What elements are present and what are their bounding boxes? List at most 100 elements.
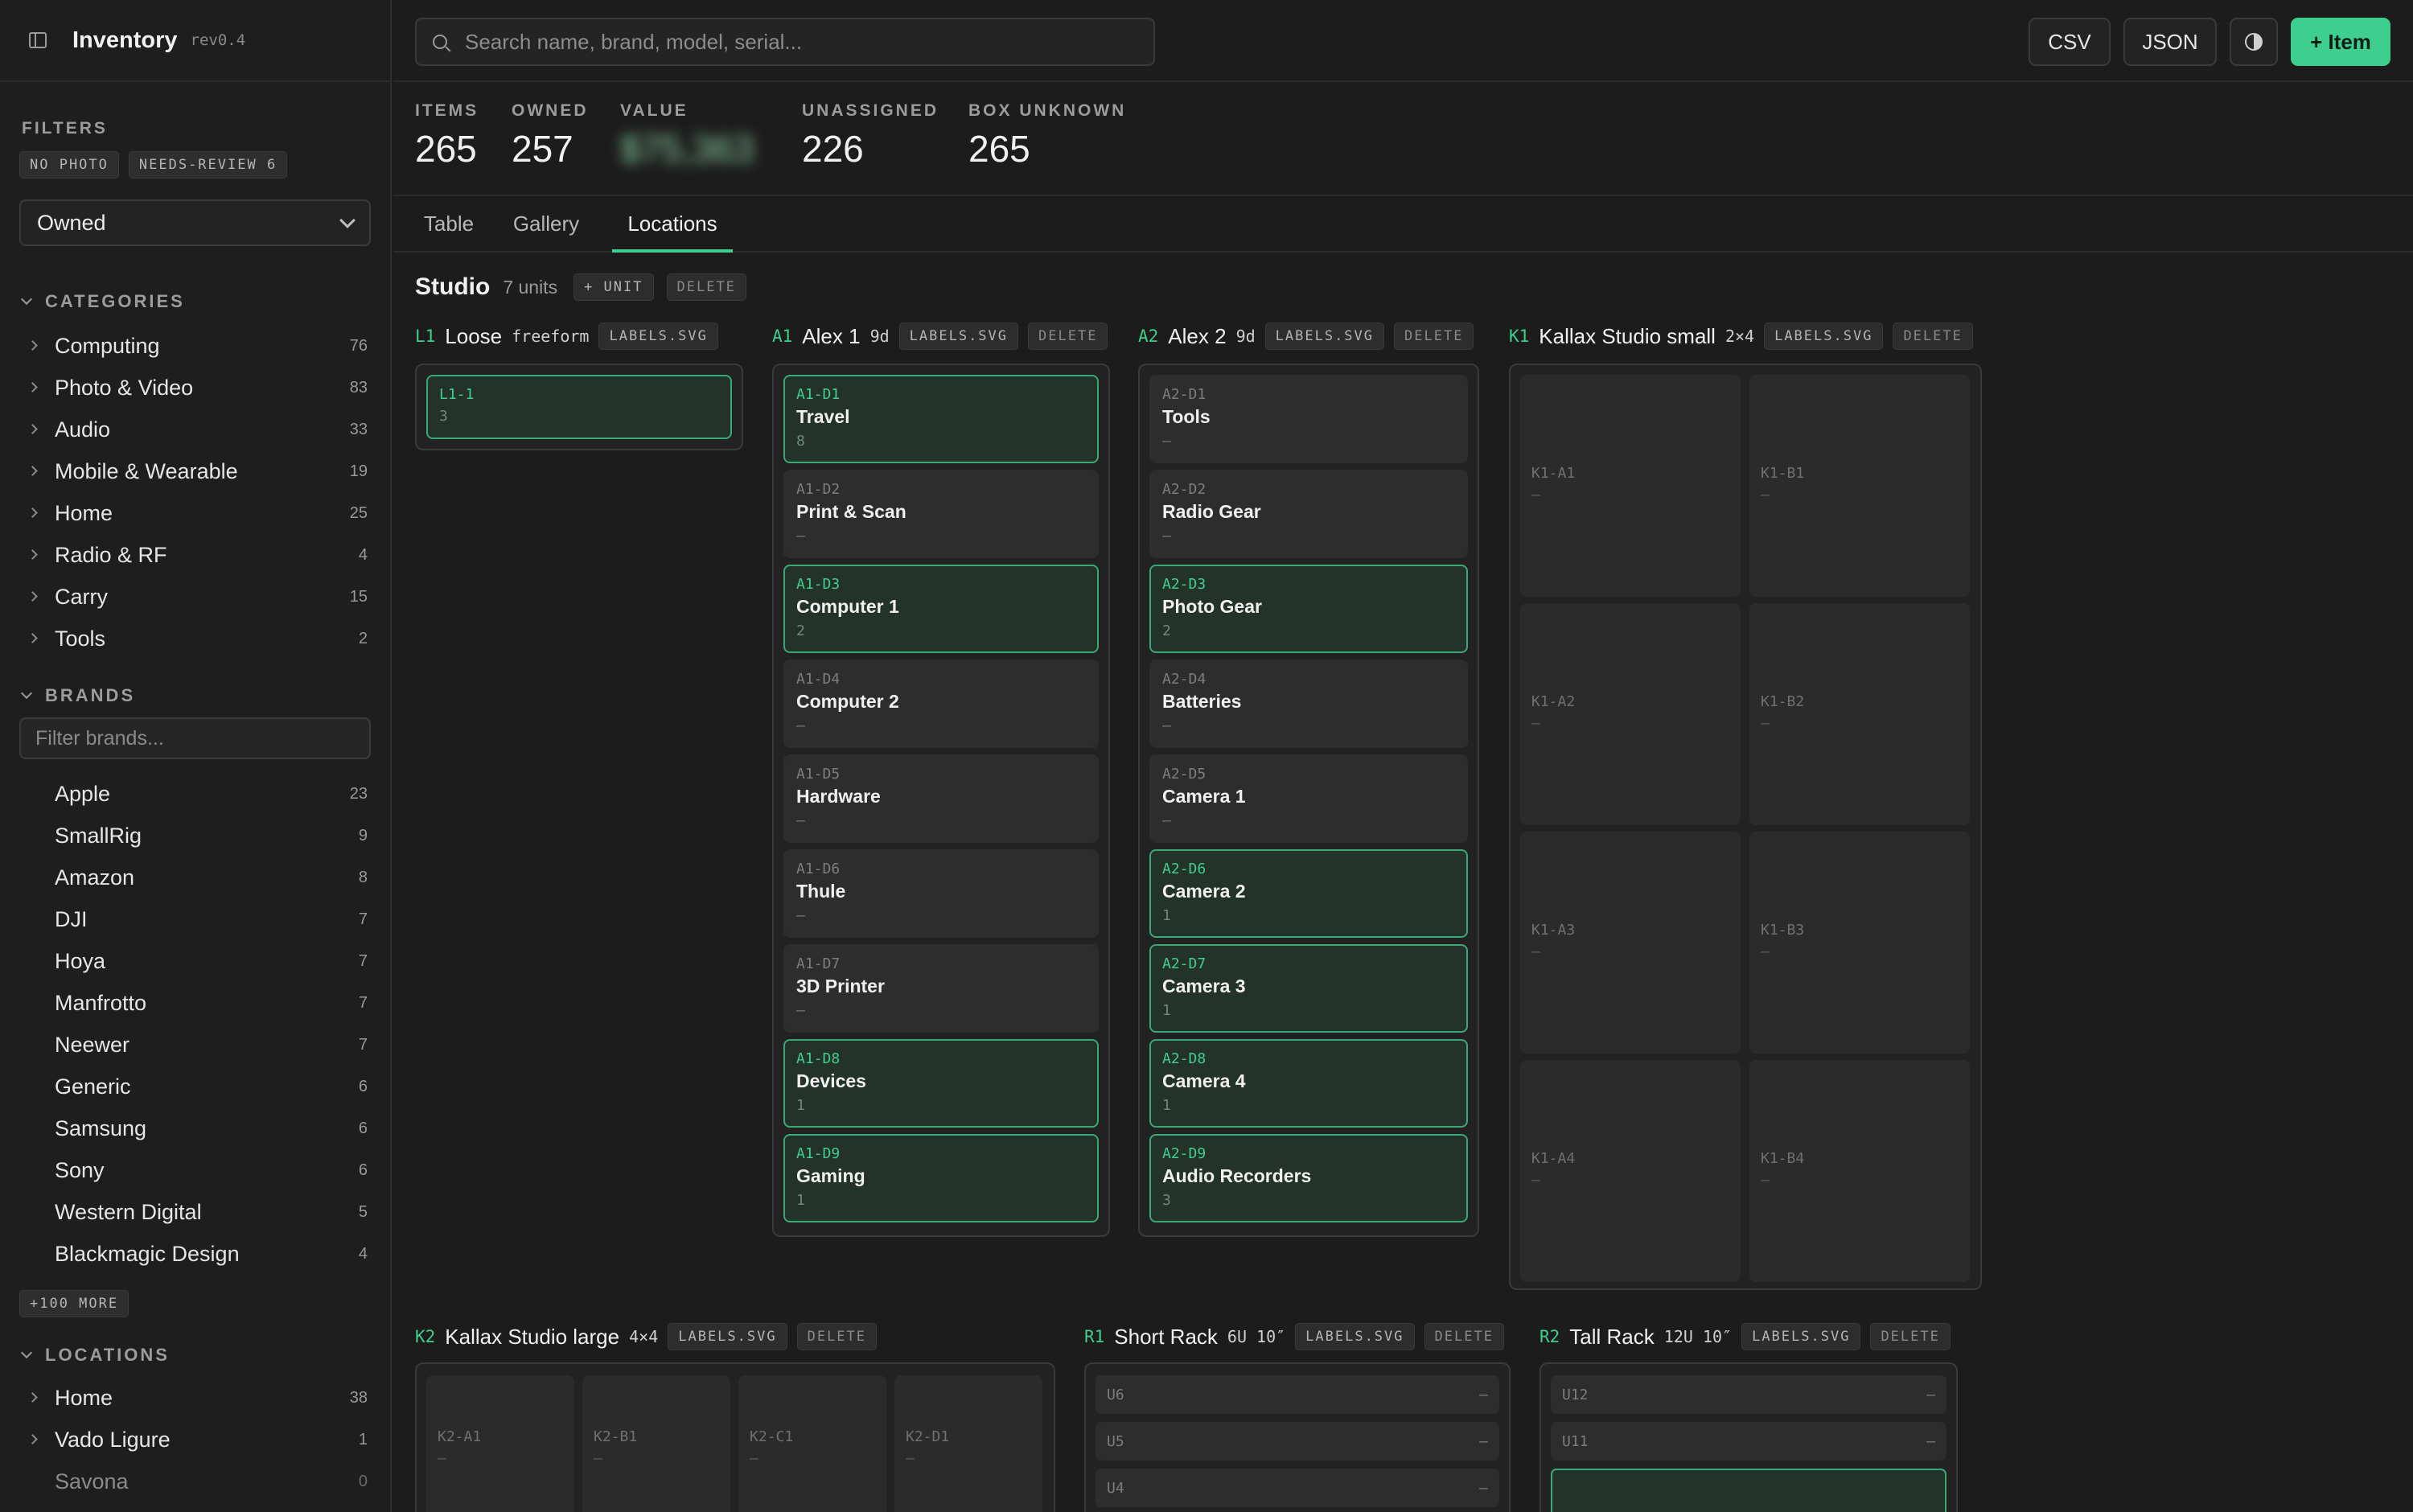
- shelf-cell[interactable]: K2-B1 –: [582, 1375, 730, 1512]
- labels-svg-button[interactable]: LABELS.SVG: [668, 1323, 787, 1350]
- labels-svg-button[interactable]: LABELS.SVG: [1764, 323, 1884, 350]
- delete-unit-button[interactable]: DELETE: [796, 1323, 878, 1350]
- drawer[interactable]: A1-D9 Gaming 1: [783, 1134, 1099, 1222]
- brand-item[interactable]: Amazon 8: [0, 857, 390, 898]
- rack-slot[interactable]: U12 –: [1551, 1375, 1946, 1414]
- add-unit-button[interactable]: + UNIT: [573, 273, 654, 301]
- labels-svg-button[interactable]: LABELS.SVG: [1295, 1323, 1415, 1350]
- shelf-cell[interactable]: K1-B1 –: [1749, 375, 1970, 597]
- location-item[interactable]: Home 38: [0, 1377, 390, 1419]
- brand-item[interactable]: Generic 6: [0, 1066, 390, 1107]
- category-item[interactable]: Home 25: [0, 492, 390, 534]
- shelf-cell[interactable]: K1-B2 –: [1749, 603, 1970, 825]
- delete-unit-button[interactable]: DELETE: [1424, 1323, 1504, 1350]
- rack-slot[interactable]: U11 –: [1551, 1422, 1946, 1461]
- search-box[interactable]: [415, 18, 1155, 66]
- drawer[interactable]: A1-D8 Devices 1: [783, 1039, 1099, 1128]
- drawer-code: A1-D3: [796, 576, 841, 593]
- brand-name: SmallRig: [55, 823, 142, 848]
- drawer[interactable]: A1-D6 Thule –: [783, 849, 1099, 938]
- brand-item[interactable]: Apple 23: [0, 773, 390, 815]
- shelf-cell[interactable]: K2-C1 –: [738, 1375, 886, 1512]
- theme-toggle-button[interactable]: [2230, 18, 2278, 66]
- labels-svg-button[interactable]: LABELS.SVG: [898, 323, 1019, 350]
- shelf-cell[interactable]: K1-A2 –: [1520, 603, 1741, 825]
- categories-header[interactable]: CATEGORIES: [20, 291, 185, 312]
- location-item[interactable]: Savona 0: [0, 1461, 390, 1502]
- delete-unit-button[interactable]: DELETE: [1394, 323, 1474, 350]
- drawer[interactable]: A2-D9 Audio Recorders 3: [1149, 1134, 1468, 1222]
- drawer[interactable]: A2-D4 Batteries –: [1149, 659, 1468, 748]
- drawer[interactable]: A1-D7 3D Printer –: [783, 944, 1099, 1033]
- brand-item[interactable]: Blackmagic Design 4: [0, 1233, 390, 1275]
- tab-table[interactable]: Table: [415, 196, 483, 253]
- brand-item[interactable]: DJI 7: [0, 898, 390, 940]
- drawer-code: A1-D7: [796, 955, 841, 972]
- drawer[interactable]: L1-1 3: [426, 375, 732, 439]
- shelf-cell[interactable]: K2-D1 –: [894, 1375, 1042, 1512]
- brands-header[interactable]: BRANDS: [20, 685, 135, 706]
- category-item[interactable]: Mobile & Wearable 19: [0, 450, 390, 492]
- drawer[interactable]: A1-D2 Print & Scan –: [783, 470, 1099, 558]
- labels-svg-button[interactable]: LABELS.SVG: [598, 323, 718, 350]
- ownership-select[interactable]: Owned: [19, 199, 371, 246]
- shelf-cell[interactable]: K1-A1 –: [1520, 375, 1741, 597]
- brand-item[interactable]: Sony 6: [0, 1149, 390, 1191]
- brand-item[interactable]: Neewer 7: [0, 1024, 390, 1066]
- add-item-button[interactable]: + Item: [2291, 18, 2390, 66]
- drawer-code: A1-D5: [796, 766, 841, 783]
- drawer[interactable]: A2-D6 Camera 2 1: [1149, 849, 1468, 938]
- drawer-qty: 2: [796, 622, 805, 639]
- drawer[interactable]: A2-D3 Photo Gear 2: [1149, 565, 1468, 653]
- labels-svg-button[interactable]: LABELS.SVG: [1264, 323, 1385, 350]
- delete-unit-button[interactable]: DELETE: [1870, 1323, 1951, 1350]
- tab-gallery[interactable]: Gallery: [502, 196, 590, 253]
- unit-name: Kallax Studio small: [1539, 323, 1716, 348]
- category-item[interactable]: Carry 15: [0, 576, 390, 618]
- shelf-cell[interactable]: K1-A4 –: [1520, 1060, 1741, 1282]
- tab-locations[interactable]: Locations: [612, 196, 733, 253]
- app-version: rev0.4: [190, 31, 246, 49]
- rack-slot-occupied[interactable]: [1551, 1469, 1946, 1512]
- shelf-cell[interactable]: K1-B4 –: [1749, 1060, 1970, 1282]
- drawer[interactable]: A1-D3 Computer 1 2: [783, 565, 1099, 653]
- shelf-cell[interactable]: K2-A1 –: [426, 1375, 574, 1512]
- locations-header[interactable]: LOCATIONS: [20, 1345, 170, 1366]
- category-item[interactable]: Audio 33: [0, 409, 390, 450]
- drawer[interactable]: A2-D5 Camera 1 –: [1149, 754, 1468, 843]
- filter-chip-needs-review[interactable]: NEEDS-REVIEW 6: [128, 151, 288, 179]
- brand-item[interactable]: Samsung 6: [0, 1107, 390, 1149]
- delete-unit-button[interactable]: DELETE: [1893, 323, 1973, 350]
- drawer[interactable]: A2-D7 Camera 3 1: [1149, 944, 1468, 1033]
- sidebar-toggle-icon[interactable]: [29, 32, 47, 48]
- search-input[interactable]: [465, 29, 1124, 55]
- drawer[interactable]: A1-D4 Computer 2 –: [783, 659, 1099, 748]
- labels-svg-button[interactable]: LABELS.SVG: [1741, 1323, 1861, 1350]
- filter-chip-no-photo[interactable]: NO PHOTO: [19, 151, 119, 179]
- category-item[interactable]: Radio & RF 4: [0, 534, 390, 576]
- brand-item[interactable]: SmallRig 9: [0, 815, 390, 857]
- drawer[interactable]: A2-D8 Camera 4 1: [1149, 1039, 1468, 1128]
- brand-item[interactable]: Manfrotto 7: [0, 982, 390, 1024]
- brand-item[interactable]: Western Digital 5: [0, 1191, 390, 1233]
- export-json-button[interactable]: JSON: [2123, 18, 2217, 66]
- drawer[interactable]: A2-D1 Tools –: [1149, 375, 1468, 463]
- drawer[interactable]: A2-D2 Radio Gear –: [1149, 470, 1468, 558]
- delete-unit-button[interactable]: DELETE: [1028, 323, 1108, 350]
- export-csv-button[interactable]: CSV: [2029, 18, 2111, 66]
- rack-slot[interactable]: U4 –: [1096, 1469, 1499, 1507]
- delete-location-button[interactable]: DELETE: [666, 273, 746, 301]
- category-item[interactable]: Photo & Video 83: [0, 367, 390, 409]
- rack-slot[interactable]: U6 –: [1096, 1375, 1499, 1414]
- location-item[interactable]: Vado Ligure 1: [0, 1419, 390, 1461]
- category-item[interactable]: Computing 76: [0, 325, 390, 367]
- brand-item[interactable]: Hoya 7: [0, 940, 390, 982]
- drawer[interactable]: A1-D5 Hardware –: [783, 754, 1099, 843]
- more-brands-button[interactable]: +100 MORE: [19, 1290, 129, 1317]
- brand-filter-input[interactable]: [19, 717, 371, 759]
- rack-slot[interactable]: U5 –: [1096, 1422, 1499, 1461]
- shelf-cell[interactable]: K1-B3 –: [1749, 832, 1970, 1054]
- category-item[interactable]: Tools 2: [0, 618, 390, 659]
- shelf-cell[interactable]: K1-A3 –: [1520, 832, 1741, 1054]
- drawer[interactable]: A1-D1 Travel 8: [783, 375, 1099, 463]
